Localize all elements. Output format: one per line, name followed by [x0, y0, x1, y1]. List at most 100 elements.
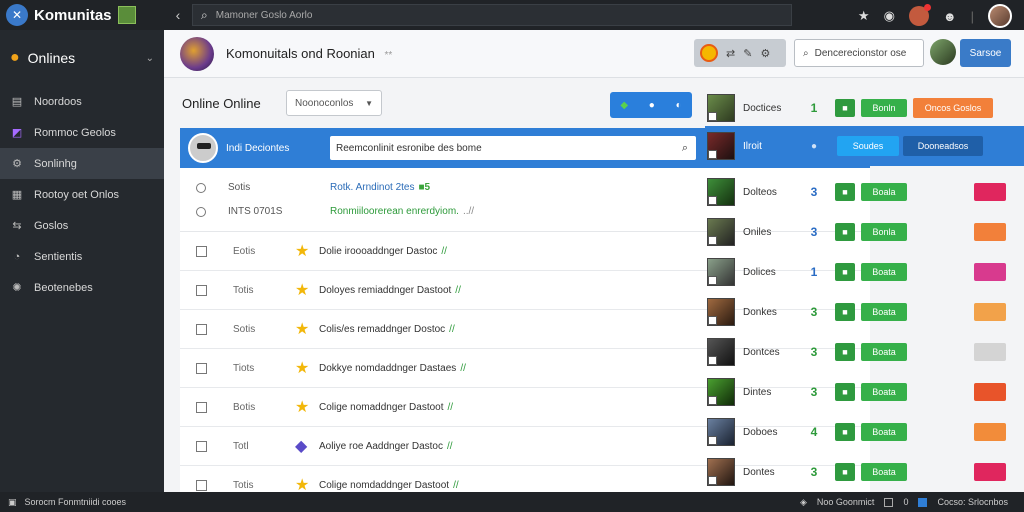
gear-icon[interactable]: ⚙: [760, 47, 770, 60]
view-icon-0[interactable]: ◆: [620, 100, 628, 111]
status-chip[interactable]: [974, 303, 1006, 321]
green-action-button[interactable]: Boata: [861, 263, 907, 281]
lock-badge[interactable]: ■: [835, 303, 855, 321]
notifications-icon[interactable]: [908, 4, 931, 26]
global-search-input[interactable]: ⌕ Mamoner Goslo Aorlo: [192, 4, 792, 26]
row-text: Doloyes remiaddnger Dastoot//: [317, 285, 461, 296]
lock-badge[interactable]: ■: [835, 383, 855, 401]
radio-button[interactable]: [196, 206, 206, 217]
edit-icon[interactable]: ✎: [743, 47, 752, 60]
lock-badge[interactable]: ■: [835, 463, 855, 481]
right-row[interactable]: Dontes 3 ■ Boata: [705, 452, 1024, 492]
right-row[interactable]: Dolteos 3 ■ Boala: [705, 172, 1024, 212]
header-toolbar: ⇄ ✎ ⚙: [694, 39, 786, 67]
status-bar: ▣ Sorocm Fonmtniidi cooes ◈ Noo Goonmict…: [0, 492, 1024, 512]
green-action-button[interactable]: Boata: [861, 303, 907, 321]
row-checkbox[interactable]: [196, 323, 207, 335]
brand[interactable]: ✕ Komunitas: [0, 4, 164, 26]
right-row[interactable]: Donkes 3 ■ Boata: [705, 292, 1024, 332]
status-chip[interactable]: [974, 463, 1006, 481]
green-action-button[interactable]: Bonla: [861, 223, 907, 241]
member-avatar[interactable]: [930, 39, 956, 65]
row-checkbox[interactable]: [196, 245, 207, 257]
right-row[interactable]: Oniles 3 ■ Bonla: [705, 212, 1024, 252]
light-blue-button[interactable]: Soudes: [837, 136, 899, 156]
status-chip[interactable]: [974, 343, 1006, 361]
sidebar-item-4[interactable]: ⇆ Goslos: [0, 210, 164, 241]
page-title: Komonuitals ond Roonian **: [226, 46, 392, 61]
right-row[interactable]: Dontces 3 ■ Boata: [705, 332, 1024, 372]
sidebar-item-label: Noordoos: [34, 95, 82, 108]
sidebar-item-0[interactable]: ▤ Noordoos: [0, 86, 164, 117]
header-action-button[interactable]: Sarsoe: [960, 39, 1011, 67]
status-blue-icon[interactable]: [918, 497, 928, 507]
lock-badge[interactable]: ■: [835, 99, 855, 117]
thumbnail-badge: [708, 476, 717, 485]
mask-icon[interactable]: ☻: [943, 9, 957, 24]
sidebar-item-3[interactable]: ▦ Rootoy oet Onlos: [0, 179, 164, 210]
lock-badge[interactable]: ■: [835, 183, 855, 201]
status-box-icon[interactable]: [884, 497, 894, 507]
right-row-top[interactable]: Doctices 1 ■ Bonln Oncos Goslos: [705, 88, 1024, 128]
green-action-button[interactable]: Boata: [861, 383, 907, 401]
page-subtitle: **: [384, 50, 393, 61]
star-icon: ★: [295, 399, 310, 416]
green-action-button[interactable]: Boata: [861, 463, 907, 481]
sidebar-item-2[interactable]: ⚙ Sonlinhg: [0, 148, 164, 179]
status-chip[interactable]: [974, 263, 1006, 281]
right-row-count: 4: [810, 425, 818, 439]
thumbnail-badge: [708, 150, 717, 159]
radio-button[interactable]: [196, 182, 206, 193]
status-chip[interactable]: [974, 223, 1006, 241]
community-avatar[interactable]: [180, 36, 214, 71]
green-action-button[interactable]: Boala: [861, 183, 907, 201]
header-search-input[interactable]: ⌕ Dencerecionstor ose: [794, 39, 924, 67]
sidebar-item-6[interactable]: ✺ Beotenebes: [0, 272, 164, 303]
status-chip[interactable]: [974, 383, 1006, 401]
member-thumbnail: [707, 338, 735, 366]
lock-badge[interactable]: ■: [835, 423, 855, 441]
right-row-highlight[interactable]: Ilroit ● Soudes Dooneadsos: [705, 126, 1024, 166]
filter-dropdown[interactable]: Noonoconlos ▼: [286, 90, 382, 116]
chat-icon[interactable]: ◉: [884, 8, 895, 24]
sidebar-item-label: Sentientis: [34, 250, 83, 263]
right-row[interactable]: Doboes 4 ■ Boata: [705, 412, 1024, 452]
green-action-button[interactable]: Boata: [861, 343, 907, 361]
back-arrow-icon[interactable]: ‹: [164, 7, 192, 23]
green-action-button[interactable]: Boata: [861, 423, 907, 441]
table-search-input[interactable]: Reemconlinit esronibe des bome ⌕: [330, 136, 696, 160]
lock-badge[interactable]: ■: [835, 223, 855, 241]
star-icon[interactable]: ★: [858, 8, 870, 24]
dark-blue-button[interactable]: Dooneadsos: [903, 136, 983, 156]
radio-row[interactable]: INTS 0701S Ronmiiloorerean enrerdyiom...…: [196, 206, 474, 217]
status-count: 0: [903, 497, 909, 507]
link-icon[interactable]: ⇄: [726, 47, 735, 60]
sidebar-item-1[interactable]: ◩ Rommoc Geolos: [0, 117, 164, 148]
green-action-button[interactable]: Bonln: [861, 99, 907, 117]
view-toggle[interactable]: ◆ ● ◐: [610, 92, 692, 118]
sidebar-item-5[interactable]: ◔ Sentientis: [0, 241, 164, 272]
right-row[interactable]: Dintes 3 ■ Boata: [705, 372, 1024, 412]
view-icon-1[interactable]: ●: [649, 100, 655, 111]
right-row[interactable]: Dolices 1 ■ Boata: [705, 252, 1024, 292]
row-checkbox[interactable]: [196, 401, 207, 413]
row-text-value: Colige nomaddnger Dastoot: [319, 401, 444, 413]
lock-badge[interactable]: ■: [835, 343, 855, 361]
user-avatar[interactable]: [988, 4, 1012, 28]
radio-row[interactable]: Sotis Rotk. Arndinot 2tes ■5: [196, 182, 430, 193]
lock-badge[interactable]: ■: [835, 263, 855, 281]
row-checkbox[interactable]: [196, 440, 207, 452]
orange-action-button[interactable]: Oncos Goslos: [913, 98, 993, 118]
status-chip[interactable]: [974, 183, 1006, 201]
sidebar-header[interactable]: ● Onlines ⌄: [0, 30, 164, 86]
row-text-value: Aoliye roe Aaddnger Dastoc: [319, 440, 443, 452]
view-icon-2[interactable]: ◐: [676, 100, 682, 111]
row-checkbox[interactable]: [196, 284, 207, 296]
shield-icon: ◈: [799, 496, 807, 507]
row-checkbox[interactable]: [196, 362, 207, 374]
radio-text: Rotk. Arndinot 2tes ■5: [330, 182, 430, 193]
emoji-icon[interactable]: [700, 44, 718, 62]
status-chip[interactable]: [974, 423, 1006, 441]
row-text: Dokkye nomdaddnger Dastaes//: [317, 363, 466, 374]
row-checkbox[interactable]: [196, 479, 207, 491]
